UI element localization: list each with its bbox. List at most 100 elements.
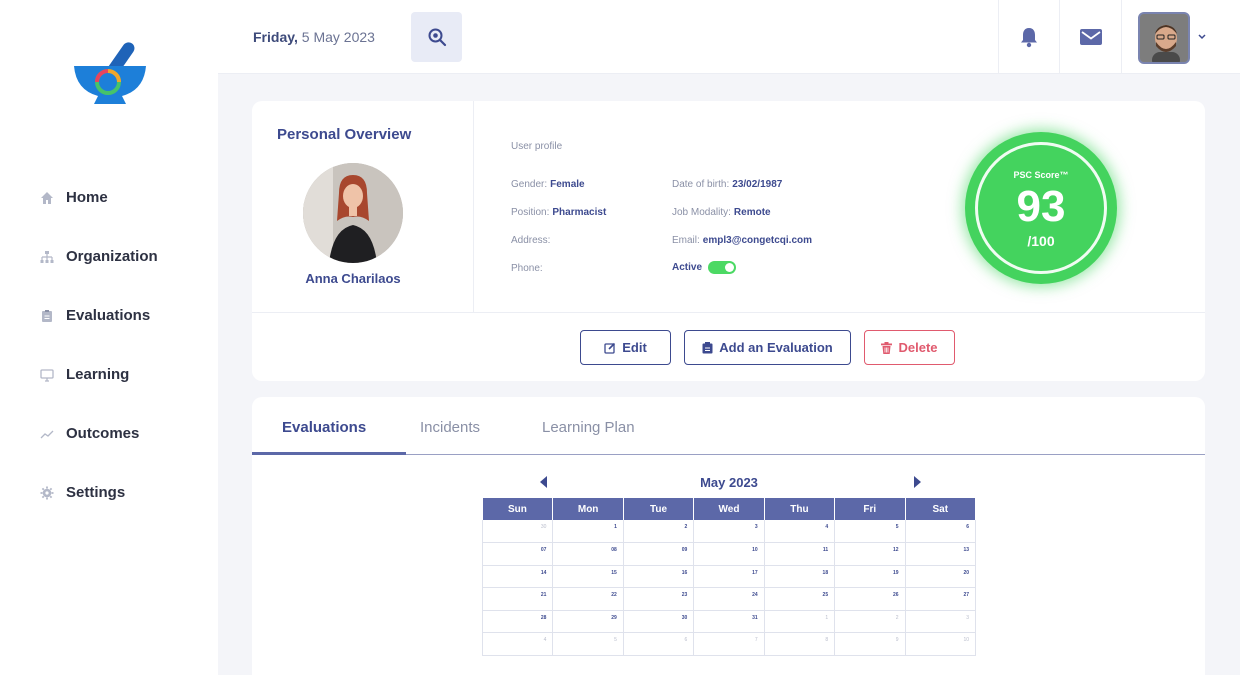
calendar-day-cell[interactable]: 25: [764, 587, 836, 611]
calendar-day-cell[interactable]: 29: [552, 610, 624, 633]
calendar-day-cell[interactable]: 20: [905, 565, 977, 588]
search-button[interactable]: [411, 12, 462, 62]
calendar-day-cell[interactable]: 15: [552, 565, 624, 588]
clipboard-icon: [40, 309, 54, 323]
calendar-header: May 2023: [482, 475, 976, 491]
calendar-day-cell[interactable]: 6: [905, 520, 977, 543]
weekday-header: Wed: [693, 498, 765, 520]
calendar-day-cell[interactable]: 3: [693, 520, 765, 543]
field-label: Email:: [672, 235, 700, 246]
user-profile-label: User profile: [511, 141, 563, 152]
calendar-day-cell[interactable]: 26: [834, 587, 906, 611]
app-logo[interactable]: [70, 38, 150, 110]
active-toggle[interactable]: [708, 261, 737, 274]
weekday-header-row: Sun Mon Tue Wed Thu Fri Sat: [482, 498, 977, 520]
calendar-day-cell[interactable]: 30: [623, 610, 695, 633]
calendar-day-cell[interactable]: 11: [764, 542, 836, 566]
sidebar-item-outcomes[interactable]: Outcomes: [40, 404, 210, 463]
calendar-day-cell[interactable]: 7: [693, 632, 765, 656]
sidebar-item-label: Home: [66, 189, 108, 206]
calendar-day-cell[interactable]: 18: [764, 565, 836, 588]
calendar-day-cell[interactable]: 24: [693, 587, 765, 611]
calendar-day-cell[interactable]: 19: [834, 565, 906, 588]
field-value: 23/02/1987: [732, 179, 783, 190]
sidebar-item-evaluations[interactable]: Evaluations: [40, 286, 210, 345]
tab-evaluations[interactable]: Evaluations: [282, 419, 366, 436]
calendar-day-cell[interactable]: 21: [481, 587, 554, 611]
address-field: Address:: [511, 235, 550, 246]
monitor-icon: [40, 368, 54, 382]
messages-button[interactable]: [1059, 0, 1121, 74]
calendar-day-cell[interactable]: 1: [552, 520, 624, 543]
calendar-day-cell[interactable]: 31: [693, 610, 765, 633]
calendar-day-cell[interactable]: 9: [834, 632, 906, 656]
add-evaluation-button[interactable]: Add an Evaluation: [684, 330, 851, 365]
calendar-day-cell[interactable]: 22: [552, 587, 624, 611]
tab-learning-plan[interactable]: Learning Plan: [542, 419, 635, 436]
user-avatar[interactable]: [1138, 12, 1190, 64]
active-tab-indicator: [252, 452, 406, 455]
calendar-day-cell[interactable]: 5: [552, 632, 624, 656]
next-month-button[interactable]: [914, 476, 921, 488]
calendar-day-cell[interactable]: 4: [481, 632, 554, 656]
calendar-day-cell[interactable]: 2: [834, 610, 906, 633]
avatar-portrait: [1140, 14, 1188, 62]
edit-button[interactable]: Edit: [580, 330, 671, 365]
sidebar-item-home[interactable]: Home: [40, 168, 210, 227]
status-field: Active: [672, 261, 737, 274]
field-value: Pharmacist: [552, 207, 607, 218]
status-label: Active: [672, 262, 703, 274]
gender-field: Gender: Female: [511, 179, 585, 190]
org-chart-icon: [40, 250, 54, 264]
date-text: 5 May 2023: [301, 29, 375, 45]
delete-button[interactable]: Delete: [864, 330, 955, 365]
calendar-day-cell[interactable]: 8: [764, 632, 836, 656]
calendar-day-cell[interactable]: 07: [481, 542, 554, 566]
sidebar-item-label: Settings: [66, 484, 126, 501]
top-bar: Friday, 5 May 2023: [218, 0, 1240, 74]
tab-bar: Evaluations Incidents Learning Plan: [252, 397, 1205, 455]
add-evaluation-label: Add an Evaluation: [719, 340, 833, 355]
calendar-month: May 2023: [700, 475, 758, 490]
tab-incidents[interactable]: Incidents: [420, 419, 480, 436]
calendar-day-cell[interactable]: 12: [834, 542, 906, 566]
evaluations-card: Evaluations Incidents Learning Plan May …: [252, 397, 1205, 675]
trash-icon: [881, 341, 893, 354]
notifications-button[interactable]: [998, 0, 1059, 74]
field-label: Position:: [511, 207, 550, 218]
calendar-day-cell[interactable]: 23: [623, 587, 695, 611]
calendar-day-cell[interactable]: 10: [905, 632, 977, 656]
sidebar-item-label: Outcomes: [66, 425, 140, 442]
score-max: /100: [1027, 233, 1055, 249]
calendar-day-cell[interactable]: 1: [764, 610, 836, 633]
field-label: Gender:: [511, 179, 548, 190]
calendar-day-cell[interactable]: 28: [481, 610, 554, 633]
calendar-day-cell[interactable]: 27: [905, 587, 977, 611]
calendar-day-cell[interactable]: 10: [693, 542, 765, 566]
calendar-day-cell[interactable]: 16: [623, 565, 695, 588]
calendar-day-cell[interactable]: 4: [764, 520, 836, 543]
calendar-day-cell[interactable]: 30: [481, 520, 554, 543]
home-icon: [40, 191, 54, 205]
calendar-day-cell[interactable]: 5: [834, 520, 906, 543]
vertical-divider: [473, 101, 474, 312]
calendar-day-cell[interactable]: 08: [552, 542, 624, 566]
field-value: Remote: [733, 207, 771, 218]
calendar-day-cell[interactable]: 14: [481, 565, 554, 588]
sidebar-item-label: Evaluations: [66, 307, 151, 324]
sidebar: Home Organization Evaluations Learning O…: [0, 0, 218, 675]
weekday-header: Mon: [552, 498, 624, 520]
calendar-day-cell[interactable]: 13: [905, 542, 977, 566]
sidebar-item-label: Learning: [66, 366, 130, 383]
section-title: Personal Overview: [277, 126, 412, 143]
calendar-day-cell[interactable]: 17: [693, 565, 765, 588]
sidebar-item-settings[interactable]: Settings: [40, 463, 210, 522]
sidebar-item-organization[interactable]: Organization: [40, 227, 210, 286]
calendar-day-cell[interactable]: 3: [905, 610, 977, 633]
calendar-day-cell[interactable]: 2: [623, 520, 695, 543]
bell-icon: [1021, 28, 1037, 48]
calendar-day-cell[interactable]: 6: [623, 632, 695, 656]
chevron-down-icon[interactable]: [1198, 34, 1206, 40]
calendar-day-cell[interactable]: 09: [623, 542, 695, 566]
sidebar-item-learning[interactable]: Learning: [40, 345, 210, 404]
